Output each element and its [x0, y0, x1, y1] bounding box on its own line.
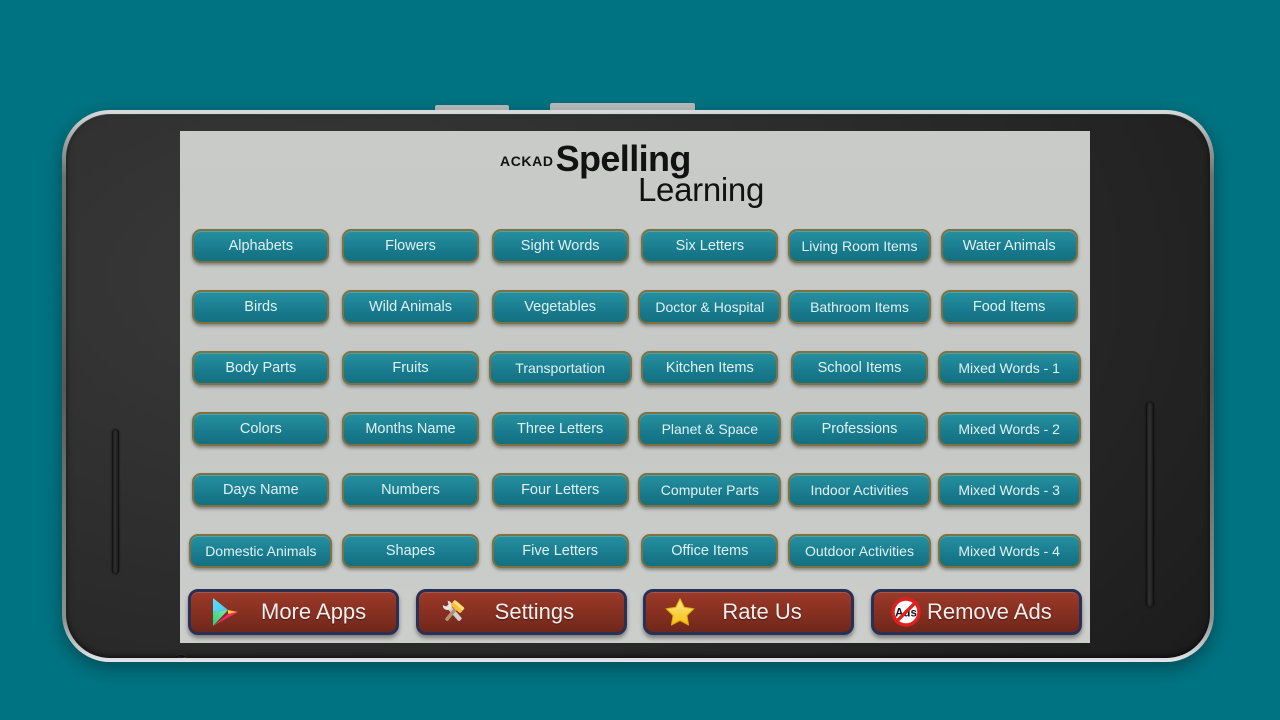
- category-button-mixed-words-4[interactable]: Mixed Words - 4: [937, 533, 1081, 568]
- category-cell: Five Letters: [485, 520, 635, 581]
- google-play-icon: [205, 595, 245, 629]
- category-button-days-name[interactable]: Days Name: [192, 472, 330, 507]
- category-cell: Four Letters: [485, 459, 635, 520]
- category-cell: Planet & Space: [635, 398, 785, 459]
- category-button-colors[interactable]: Colors: [192, 411, 330, 446]
- star-icon: [660, 595, 700, 629]
- category-button-computer-parts[interactable]: Computer Parts: [638, 472, 782, 507]
- category-button-three-letters[interactable]: Three Letters: [491, 411, 629, 446]
- category-cell: Fruits: [336, 337, 486, 398]
- logo-title-sub: Learning: [638, 171, 765, 208]
- app-header: ACKAD Spelling Learning: [180, 131, 1090, 215]
- category-cell: Mixed Words - 4: [934, 520, 1084, 581]
- action-button-remove-ads[interactable]: Ads Remove Ads: [870, 589, 1082, 635]
- category-cell: Transportation: [485, 337, 635, 398]
- category-button-mixed-words-3[interactable]: Mixed Words - 3: [937, 472, 1081, 507]
- category-cell: Vegetables: [485, 276, 635, 337]
- action-button-more-apps[interactable]: More Apps: [188, 589, 399, 635]
- front-camera-lens-icon: [173, 655, 188, 658]
- category-cell: Birds: [186, 276, 336, 337]
- category-button-flowers[interactable]: Flowers: [341, 228, 479, 263]
- category-cell: Mixed Words - 1: [934, 337, 1084, 398]
- category-cell: Numbers: [336, 459, 486, 520]
- category-button-food-items[interactable]: Food Items: [940, 289, 1078, 324]
- category-button-professions[interactable]: Professions: [790, 411, 928, 446]
- volume-button[interactable]: [112, 429, 119, 574]
- action-button-label: More Apps: [261, 599, 367, 624]
- action-button-label: Rate Us: [722, 599, 802, 624]
- category-cell: Months Name: [336, 398, 486, 459]
- category-button-bathroom-items[interactable]: Bathroom Items: [787, 289, 931, 324]
- category-button-four-letters[interactable]: Four Letters: [491, 472, 629, 507]
- action-bar: More Apps Settings Rate Us Ads Remove Ad…: [180, 581, 1090, 643]
- category-cell: Mixed Words - 3: [934, 459, 1084, 520]
- category-cell: Office Items: [635, 520, 785, 581]
- category-button-birds[interactable]: Birds: [192, 289, 330, 324]
- category-button-months-name[interactable]: Months Name: [341, 411, 479, 446]
- category-cell: Flowers: [336, 215, 486, 276]
- action-button-settings[interactable]: Settings: [415, 589, 627, 635]
- category-cell: Days Name: [186, 459, 336, 520]
- app-screen: ACKAD Spelling Learning Alphabets Flowers…: [180, 131, 1090, 643]
- category-cell: Kitchen Items: [635, 337, 785, 398]
- category-button-shapes[interactable]: Shapes: [341, 533, 479, 568]
- category-button-domestic-animals[interactable]: Domestic Animals: [189, 533, 333, 568]
- category-cell: Indoor Activities: [785, 459, 935, 520]
- category-button-wild-animals[interactable]: Wild Animals: [341, 289, 479, 324]
- category-cell: Water Animals: [934, 215, 1084, 276]
- no-ads-icon: Ads: [886, 595, 926, 629]
- category-cell: Food Items: [934, 276, 1084, 337]
- category-button-mixed-words-1[interactable]: Mixed Words - 1: [937, 350, 1081, 385]
- category-cell: Three Letters: [485, 398, 635, 459]
- category-cell: Professions: [785, 398, 935, 459]
- category-cell: Outdoor Activities: [785, 520, 935, 581]
- category-cell: Living Room Items: [785, 215, 935, 276]
- category-cell: Mixed Words - 2: [934, 398, 1084, 459]
- category-cell: Alphabets: [186, 215, 336, 276]
- category-button-numbers[interactable]: Numbers: [341, 472, 479, 507]
- category-button-living-room-items[interactable]: Living Room Items: [787, 228, 931, 263]
- category-button-five-letters[interactable]: Five Letters: [491, 533, 629, 568]
- category-button-transportation[interactable]: Transportation: [488, 350, 632, 385]
- category-cell: Wild Animals: [336, 276, 486, 337]
- category-cell: Doctor & Hospital: [635, 276, 785, 337]
- category-button-water-animals[interactable]: Water Animals: [940, 228, 1078, 263]
- action-button-rate-us[interactable]: Rate Us: [643, 589, 855, 635]
- category-cell: Colors: [186, 398, 336, 459]
- category-button-sight-words[interactable]: Sight Words: [491, 228, 629, 263]
- category-button-fruits[interactable]: Fruits: [341, 350, 479, 385]
- category-cell: Six Letters: [635, 215, 785, 276]
- category-grid: Alphabets Flowers Sight Words Six Letters Li…: [180, 215, 1090, 581]
- screenshot-stage: ACKAD Spelling Learning Alphabets Flowers…: [0, 0, 1280, 720]
- tools-icon: [433, 595, 473, 629]
- category-button-planet-space[interactable]: Planet & Space: [638, 411, 782, 446]
- category-button-office-items[interactable]: Office Items: [641, 533, 779, 568]
- category-cell: School Items: [785, 337, 935, 398]
- category-button-school-items[interactable]: School Items: [790, 350, 928, 385]
- category-button-kitchen-items[interactable]: Kitchen Items: [641, 350, 779, 385]
- action-button-label: Remove Ads: [926, 599, 1052, 624]
- action-button-label: Settings: [494, 599, 575, 624]
- power-button[interactable]: [1146, 402, 1154, 607]
- category-cell: Sight Words: [485, 215, 635, 276]
- category-button-outdoor-activities[interactable]: Outdoor Activities: [787, 533, 931, 568]
- category-button-mixed-words-2[interactable]: Mixed Words - 2: [937, 411, 1081, 446]
- logo-brand-text: ACKAD: [500, 153, 554, 169]
- category-button-vegetables[interactable]: Vegetables: [491, 289, 629, 324]
- category-cell: Shapes: [336, 520, 486, 581]
- category-button-six-letters[interactable]: Six Letters: [641, 228, 779, 263]
- category-button-doctor-hospital[interactable]: Doctor & Hospital: [638, 289, 782, 324]
- category-cell: Domestic Animals: [186, 520, 336, 581]
- category-button-alphabets[interactable]: Alphabets: [192, 228, 330, 263]
- category-cell: Bathroom Items: [785, 276, 935, 337]
- app-logo: ACKAD Spelling Learning: [500, 135, 770, 211]
- category-cell: Body Parts: [186, 337, 336, 398]
- category-button-indoor-activities[interactable]: Indoor Activities: [787, 472, 931, 507]
- category-cell: Computer Parts: [635, 459, 785, 520]
- category-button-body-parts[interactable]: Body Parts: [192, 350, 330, 385]
